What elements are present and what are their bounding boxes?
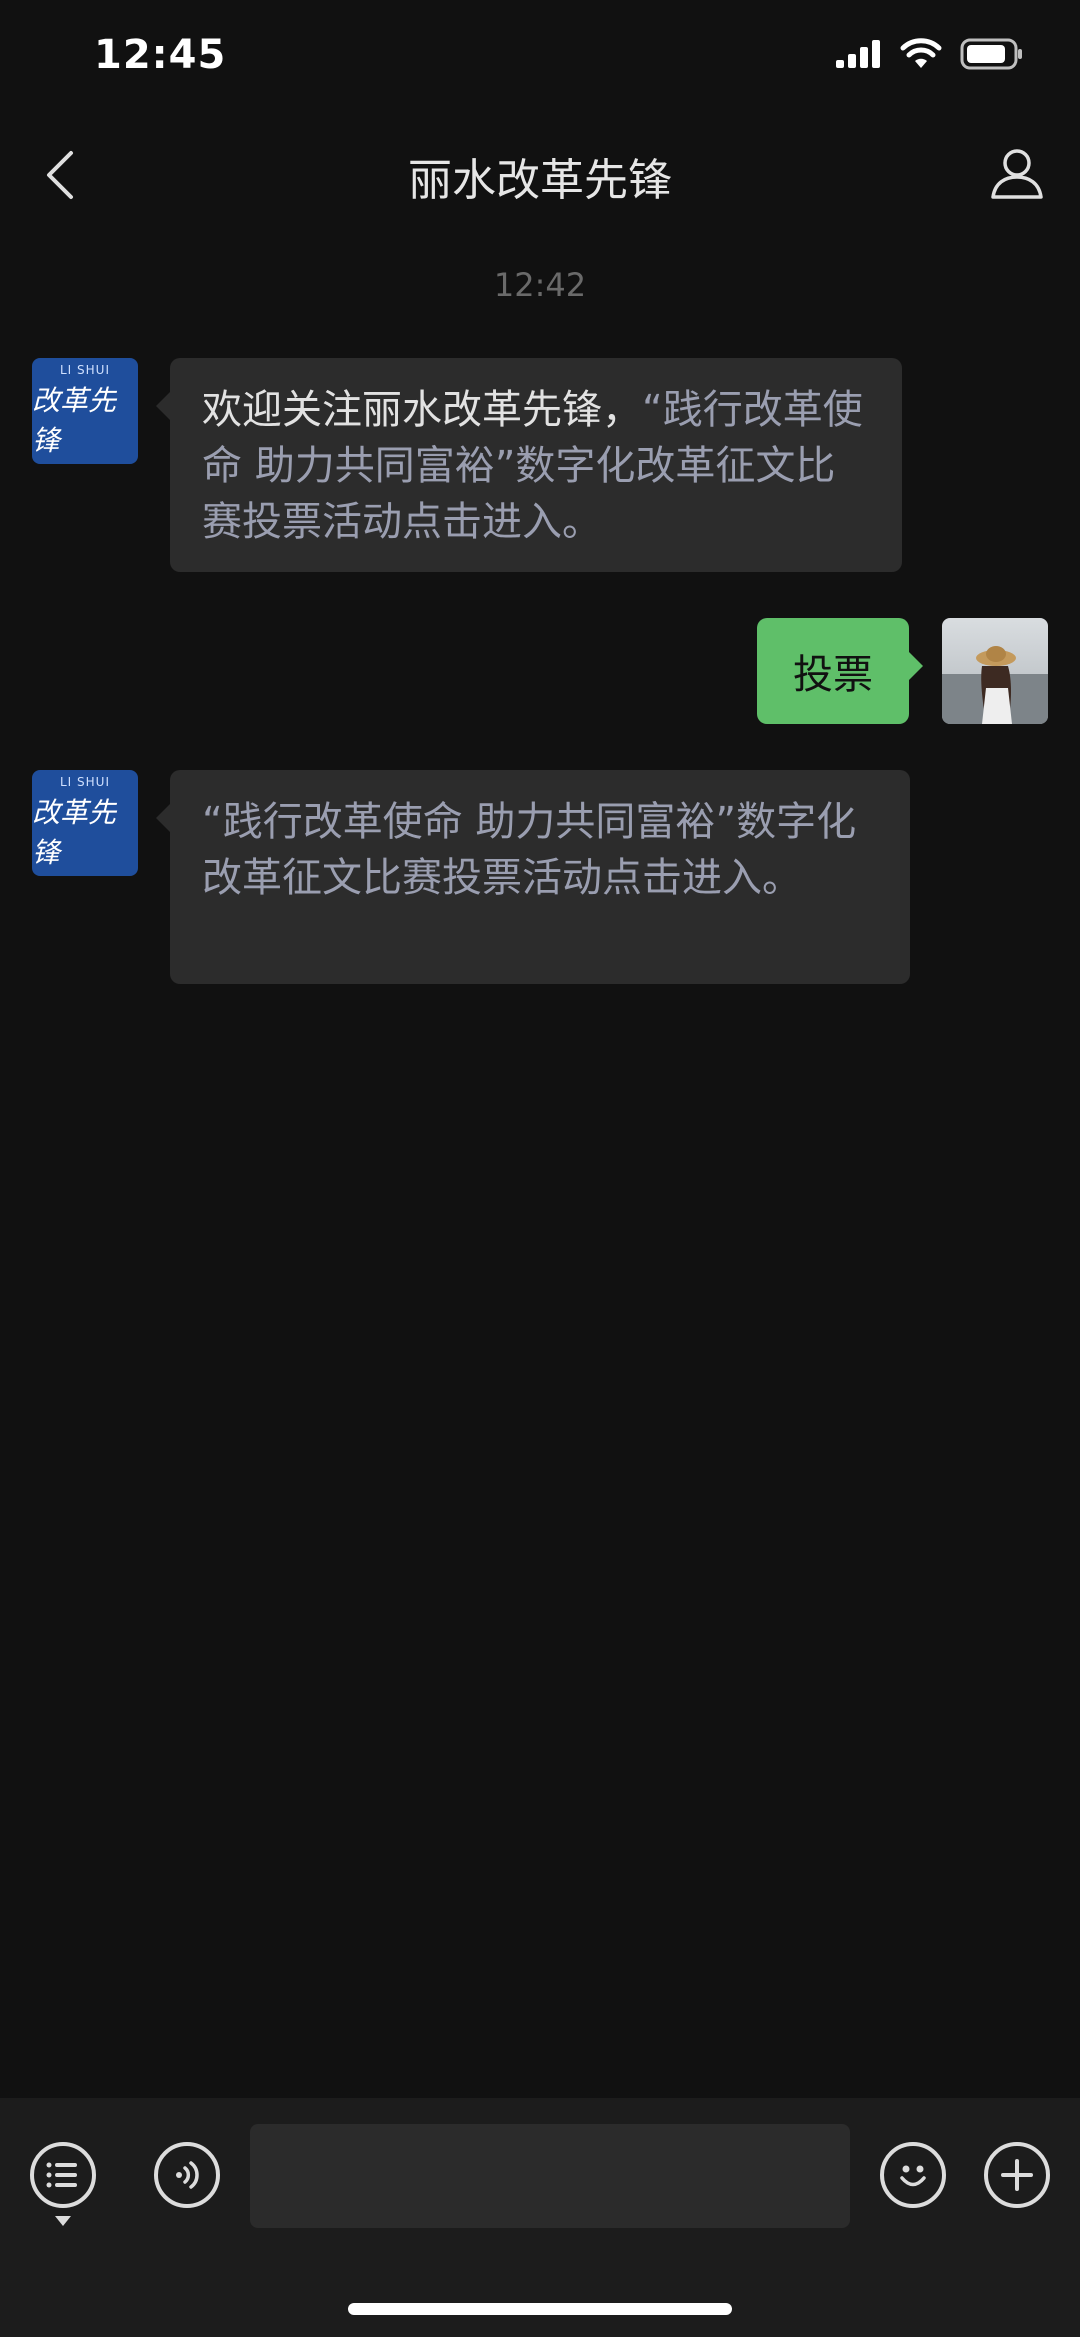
message-text: 欢迎关注丽水改革先锋， [202,387,642,433]
emoji-button[interactable] [880,2142,946,2208]
user-avatar[interactable] [942,618,1048,724]
message-link[interactable]: “践行改革使命 助力共同富裕”数字化改革征文比赛投票活动点击进入。 [202,799,856,901]
voice-button[interactable] [154,2142,220,2208]
message-bubble-incoming[interactable]: 欢迎关注丽水改革先锋，“践行改革使命 助力共同富裕”数字化改革征文比赛投票活动点… [156,358,902,572]
avatar-brand-text: 改革先锋 [32,796,117,869]
chat-title: 丽水改革先锋 [408,155,672,206]
caret-down-icon [55,2216,71,2226]
avatar-brand-small: LI SHUI [59,363,110,377]
nav-bar: 丽水改革先锋 [0,120,1080,230]
list-menu-icon [46,2162,77,2188]
message-timestamp: 12:42 [493,266,587,304]
official-account-avatar[interactable]: LI SHUI 改革先锋 [32,358,138,464]
more-button[interactable] [984,2142,1050,2208]
message-bubble-outgoing[interactable]: 投票 [757,618,923,724]
avatar-brand-small: LI SHUI [59,775,110,789]
voice-icon [176,2161,199,2189]
person-icon [991,149,1043,199]
message-bubble-incoming[interactable]: “践行改革使命 助力共同富裕”数字化改革征文比赛投票活动点击进入。 [156,770,910,984]
battery-icon [960,38,1022,70]
signal-icon [836,40,880,68]
home-indicator[interactable] [348,2303,732,2315]
official-account-avatar[interactable]: LI SHUI 改革先锋 [32,770,138,876]
smiley-icon [900,2165,926,2187]
plus-icon [1001,2159,1033,2191]
user-avatar-photo [942,618,1048,724]
wifi-icon [900,38,942,68]
message-text: 投票 [793,652,873,698]
status-icons [836,38,1024,70]
message-input[interactable] [250,2124,850,2228]
status-time: 12:45 [94,32,227,78]
status-bar: 12:45 [0,0,1080,120]
profile-button[interactable] [982,138,1052,208]
bottom-toolbar [0,2098,1080,2337]
avatar-brand-text: 改革先锋 [32,384,117,457]
menu-button[interactable] [30,2142,96,2208]
